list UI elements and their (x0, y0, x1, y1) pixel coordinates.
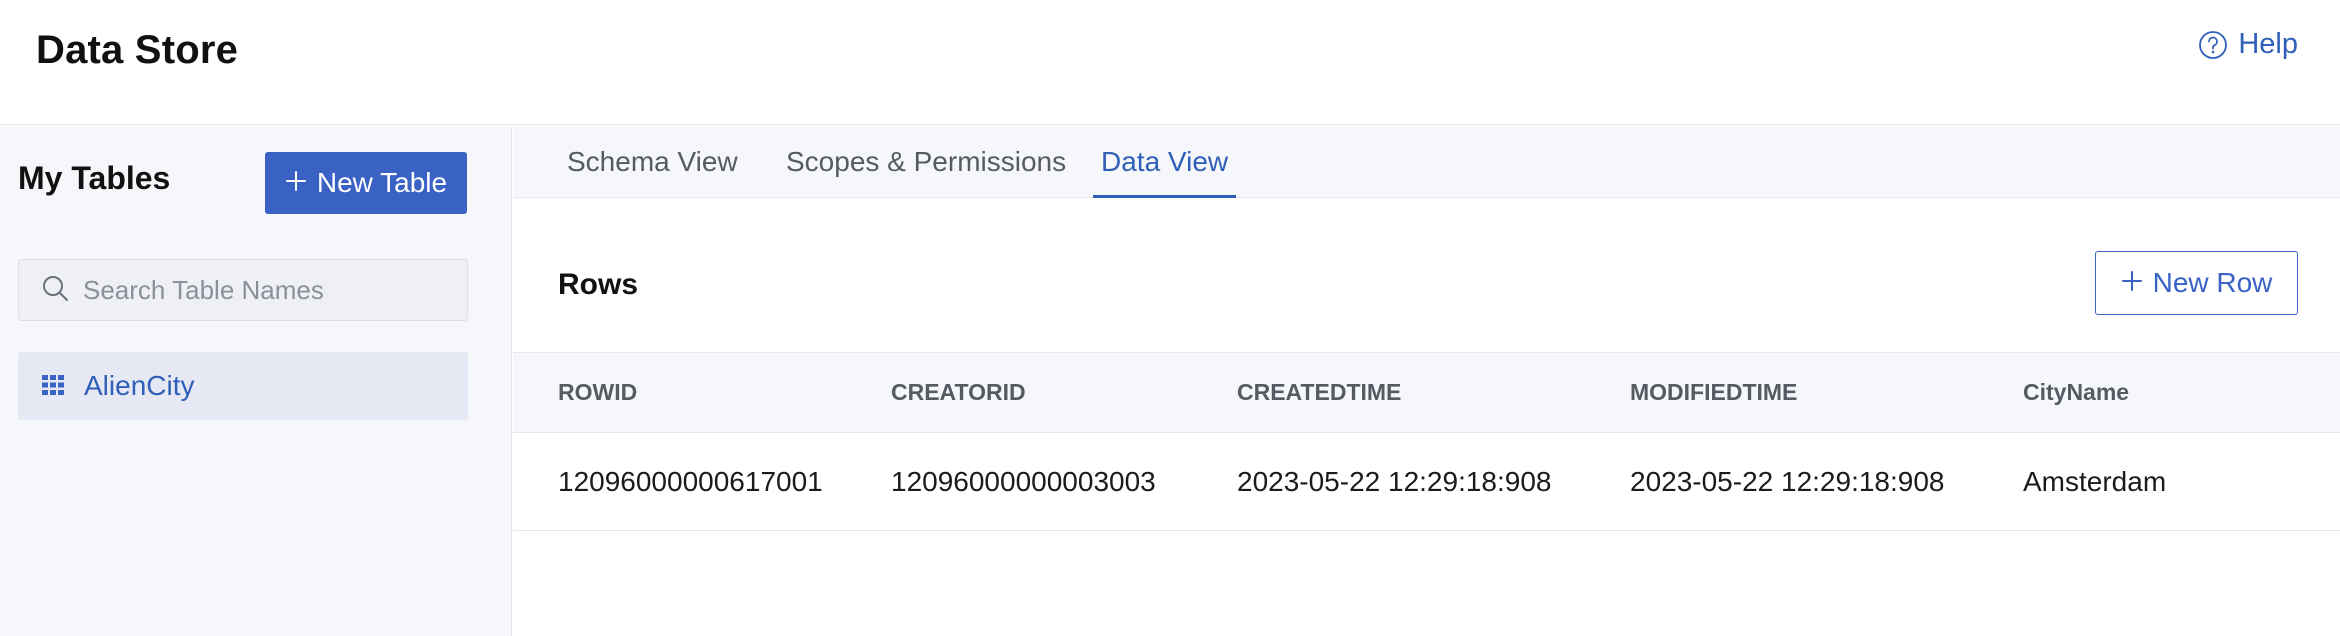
new-row-label: New Row (2152, 267, 2273, 298)
plus-icon (2121, 267, 2143, 299)
help-label: Help (2238, 28, 2298, 60)
cell-creatorid: 12096000000003003 (891, 465, 1156, 497)
tab-data-view[interactable]: Data View (1092, 126, 1237, 198)
search-input[interactable] (83, 274, 443, 306)
sidebar: My Tables New Table Search Table Names A… (0, 126, 512, 636)
cell-rowid: 12096000000617001 (558, 465, 823, 497)
page-title: Data Store (36, 28, 239, 72)
sidebar-item-label: AlienCity (84, 370, 195, 401)
tab-scopes-permissions[interactable]: Scopes & Permissions (786, 126, 1066, 198)
table-row[interactable]: 12096000000617001 12096000000003003 2023… (513, 433, 2340, 531)
grid-table-icon (42, 370, 64, 402)
column-header-creatorid[interactable]: CREATORID (891, 353, 1026, 432)
app-header: Data Store Help (0, 0, 2340, 125)
search-box (18, 259, 468, 321)
plus-icon (285, 167, 307, 199)
column-header-createdtime[interactable]: CREATEDTIME (1237, 353, 1401, 432)
help-link[interactable]: Help (2198, 28, 2298, 61)
sidebar-item-aliencity[interactable]: AlienCity (18, 352, 468, 420)
cell-createdtime: 2023-05-22 12:29:18:908 (1237, 465, 1552, 497)
table-header: ROWID CREATORID CREATEDTIME MODIFIEDTIME… (513, 352, 2340, 433)
cell-modifiedtime: 2023-05-22 12:29:18:908 (1630, 465, 1945, 497)
rows-section-title: Rows (558, 268, 639, 301)
cell-cityname: Amsterdam (2023, 465, 2167, 497)
question-circle-icon (2198, 30, 2228, 60)
new-table-label: New Table (316, 167, 448, 198)
sidebar-title: My Tables (18, 160, 171, 196)
view-tabs: Schema View Scopes & Permissions Data Vi… (513, 126, 2340, 198)
column-header-cityname[interactable]: CityName (2023, 353, 2129, 432)
tab-schema-view[interactable]: Schema View (567, 126, 738, 198)
new-row-button[interactable]: New Row (2095, 251, 2298, 315)
column-header-rowid[interactable]: ROWID (558, 353, 637, 432)
search-icon (41, 274, 69, 307)
new-table-button[interactable]: New Table (265, 152, 467, 214)
column-header-modifiedtime[interactable]: MODIFIEDTIME (1630, 353, 1797, 432)
